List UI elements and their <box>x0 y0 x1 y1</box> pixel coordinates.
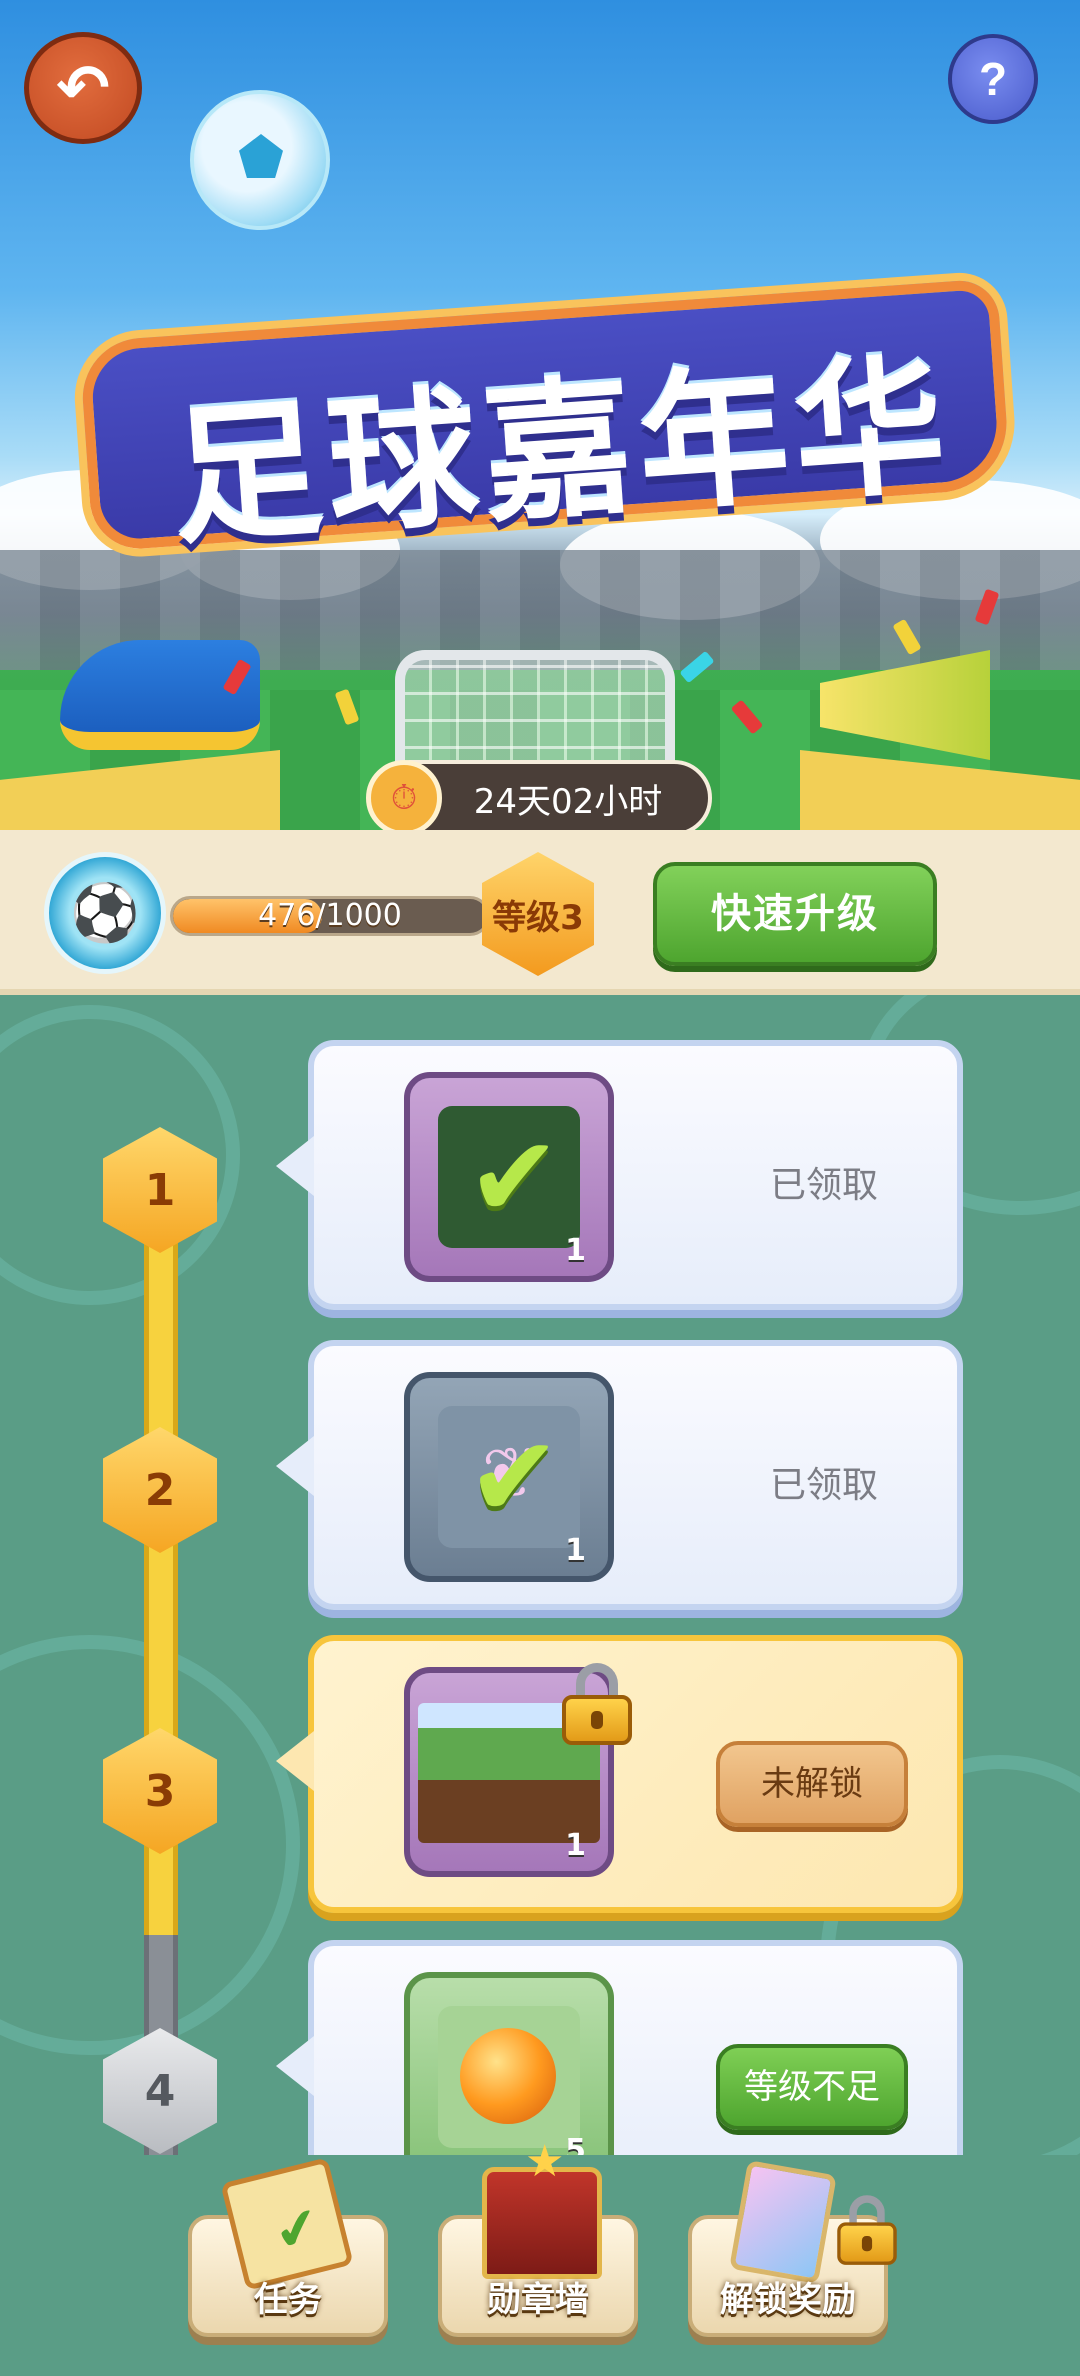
task-notebook-icon <box>220 2157 354 2291</box>
reward-count: 1 <box>565 1233 586 1268</box>
football-badge-icon: ⚽ <box>44 852 166 974</box>
checkmark-icon: ✔ <box>467 1115 561 1240</box>
quick-upgrade-button[interactable]: 快速升级 <box>653 862 937 966</box>
checkmark-icon: ✔ <box>467 1415 561 1540</box>
level-insufficient-button[interactable]: 等级不足 <box>716 2044 908 2130</box>
locked-button[interactable]: 未解锁 <box>716 1741 908 1827</box>
tasks-label: 任务 <box>254 2280 322 2320</box>
reward-card-3: 1 未解锁 <box>276 1635 963 1913</box>
reward-card-4: 5 等级不足 <box>276 1940 963 2155</box>
bottom-nav: 任务 勋章墙 解锁奖励 <box>0 2136 1080 2376</box>
event-timer: ⏱ 24天02小时 <box>366 760 712 830</box>
reward-count: 1 <box>565 1533 586 1568</box>
medal-wall-button[interactable]: 勋章墙 <box>438 2136 638 2337</box>
reward-status: 已领取 <box>769 1465 878 1506</box>
medal-board-icon <box>482 2136 602 2279</box>
tasks-button[interactable]: 任务 <box>188 2157 388 2337</box>
unlock-rewards-button[interactable]: 解锁奖励 <box>688 2160 897 2337</box>
back-arrow-icon: ↶ <box>56 51 110 124</box>
help-button[interactable]: ? <box>948 34 1038 124</box>
reward-card-2: ❦ ✔ 1 已领取 <box>276 1340 963 1610</box>
unlock-rewards-label: 解锁奖励 <box>720 2280 856 2320</box>
reward-card-1: ✔ 1 已领取 <box>276 1040 963 1310</box>
progress-text: 476/1000 <box>258 898 402 933</box>
stopwatch-icon: ⏱ <box>366 760 442 830</box>
padlock-icon <box>562 1663 632 1745</box>
football-carnival-page: 足球嘉年华 ↶ ? ⏱ 24天02小时 ⚽ 476/1000 等级3 快速升级 <box>0 0 1080 2376</box>
reward-item-frame: ❦ ✔ 1 <box>404 1372 614 1582</box>
reward-count: 5 <box>565 2133 586 2155</box>
help-icon: ? <box>978 53 1008 105</box>
reward-count: 1 <box>565 1828 586 1863</box>
padlock-icon <box>837 2195 897 2265</box>
reward-item-frame: ✔ 1 <box>404 1072 614 1282</box>
football-boot-icon <box>60 640 260 750</box>
orange-orb-icon <box>460 2028 556 2124</box>
timer-text: 24天02小时 <box>473 781 663 822</box>
football-icon <box>190 90 330 230</box>
back-button[interactable]: ↶ <box>24 32 142 144</box>
medal-wall-label: 勋章墙 <box>487 2280 589 2320</box>
reward-cards-icon <box>729 2160 837 2284</box>
event-banner: 足球嘉年华 ↶ ? ⏱ 24天02小时 <box>0 0 1080 830</box>
level-badge: 等级3 <box>482 852 594 976</box>
reward-status: 已领取 <box>769 1165 878 1206</box>
level-node-2: 2 <box>103 1427 217 1553</box>
reward-item-frame[interactable]: 5 <box>404 1972 614 2155</box>
level-progress-strip: ⚽ 476/1000 等级3 快速升级 <box>0 830 1080 995</box>
reward-track-list[interactable]: 1 2 3 4 ✔ 1 已领取 ❦ ✔ 1 已领取 1 未解锁 5 等级不足 <box>0 995 1080 2155</box>
